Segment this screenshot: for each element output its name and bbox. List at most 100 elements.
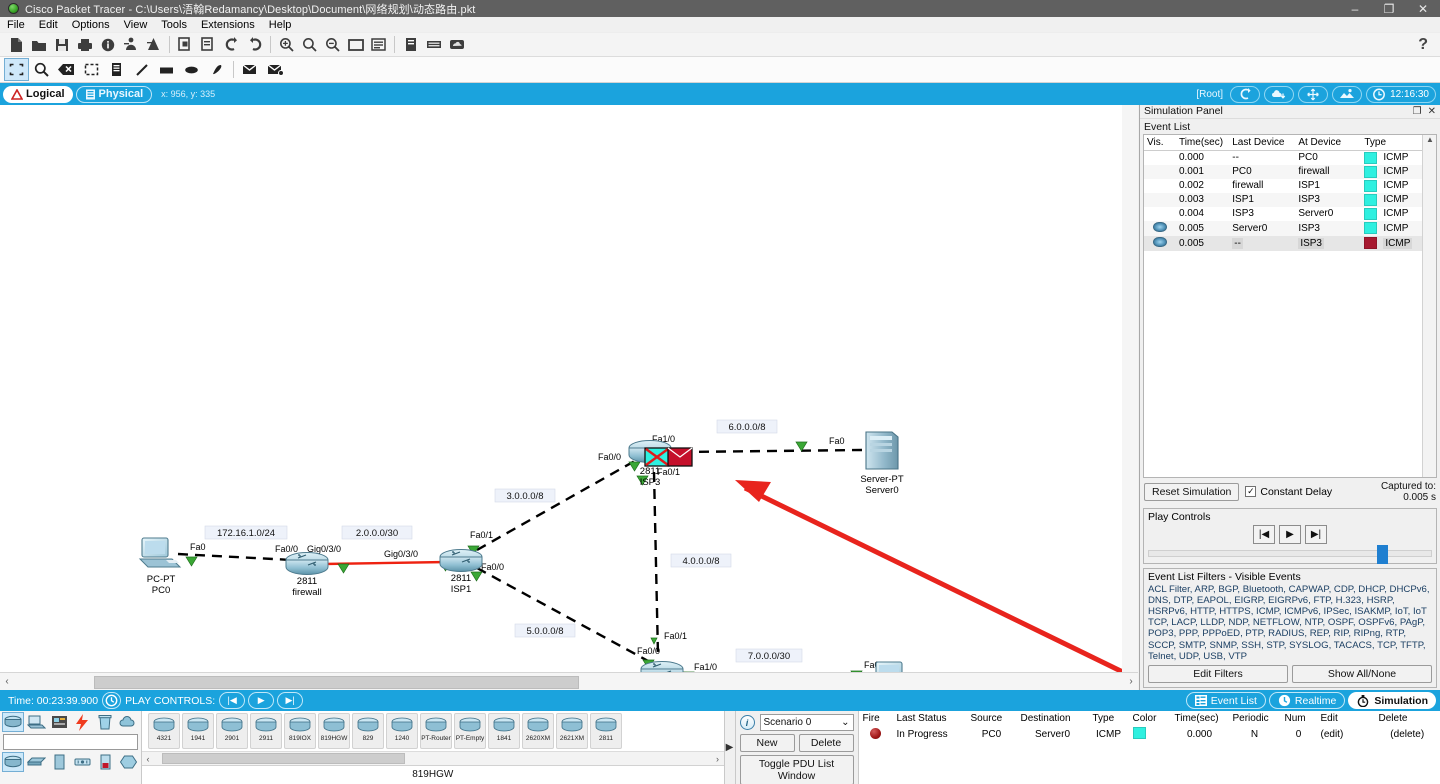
packet-envelope-active[interactable] <box>667 447 693 467</box>
event-list-row[interactable]: 0.001 PC0 firewall ICMP <box>1144 164 1436 179</box>
simulation-clock[interactable]: 12:16:30 <box>1366 85 1436 103</box>
link-isp1-isp2[interactable] <box>476 566 651 664</box>
device-list-scrollbar[interactable]: ‹ › <box>142 751 724 765</box>
event-list-vertical-scrollbar[interactable]: ▲ <box>1422 134 1436 477</box>
menu-extensions[interactable]: Extensions <box>194 18 262 32</box>
wan-emulation-icon[interactable] <box>117 752 139 772</box>
pdu-col-delete[interactable]: Delete <box>1375 711 1440 726</box>
device-firewall[interactable]: 2811 firewall <box>285 552 329 599</box>
toggle-pdu-list-window-button[interactable]: Toggle PDU List Window <box>739 755 854 784</box>
link-isp1-isp3[interactable] <box>476 456 641 552</box>
reset-simulation-button[interactable]: Reset Simulation <box>1144 482 1240 501</box>
menu-edit[interactable]: Edit <box>32 18 65 32</box>
pdu-col-time[interactable]: Time(sec) <box>1171 711 1229 726</box>
pdu-col-fire[interactable]: Fire <box>859 711 893 726</box>
device-scroll-right-icon[interactable]: › <box>712 754 724 764</box>
tab-realtime[interactable]: Realtime <box>1268 692 1346 709</box>
close-button[interactable]: ✕ <box>1406 0 1440 17</box>
open-file-icon[interactable] <box>27 34 50 56</box>
menu-view[interactable]: View <box>117 18 155 32</box>
device-scroll-thumb[interactable] <box>162 753 405 764</box>
fire-button-icon[interactable] <box>870 727 881 739</box>
event-list-toggle-button[interactable]: Event List <box>1185 692 1266 709</box>
device-palette-item[interactable]: 4321 <box>148 713 180 749</box>
delete-scenario-button[interactable]: Delete <box>798 734 854 752</box>
back-navigation-icon[interactable] <box>1230 85 1261 103</box>
edit-filters-button[interactable]: Edit Filters <box>1148 665 1288 683</box>
constant-delay-checkbox[interactable]: ✓ <box>1245 486 1257 498</box>
pdu-col-periodic[interactable]: Periodic <box>1229 711 1281 726</box>
packet-envelope-dropped[interactable] <box>644 447 670 467</box>
resize-shape-icon[interactable] <box>79 58 104 81</box>
device-palette-item[interactable]: PT-Empty <box>454 713 486 749</box>
device-palette-item[interactable]: 819IOX <box>284 713 316 749</box>
power-cycle-devices-icon[interactable] <box>102 692 122 709</box>
scroll-right-icon[interactable]: › <box>1124 676 1138 687</box>
event-visibility-cell[interactable] <box>1144 207 1176 221</box>
eye-icon[interactable] <box>1152 221 1167 232</box>
viewport-icon[interactable] <box>399 34 422 56</box>
event-visibility-cell[interactable] <box>1144 192 1176 207</box>
scenario-dropdown[interactable]: Scenario 0 ⌄ <box>759 714 854 731</box>
device-palette-item[interactable]: 1240 <box>386 713 418 749</box>
switches-icon[interactable] <box>25 752 47 772</box>
pdu-fire-cell[interactable] <box>859 726 893 743</box>
pdu-col-color[interactable]: Color <box>1129 711 1171 726</box>
col-last-device[interactable]: Last Device <box>1229 134 1296 151</box>
fast-forward-button[interactable]: ▶| <box>277 692 304 709</box>
redo-icon[interactable] <box>243 34 266 56</box>
save-icon[interactable] <box>50 34 73 56</box>
inspect-tool-icon[interactable] <box>29 58 54 81</box>
pdu-col-source[interactable]: Source <box>967 711 1017 726</box>
link-isp3-server0[interactable] <box>681 448 863 454</box>
new-file-icon[interactable] <box>4 34 27 56</box>
custom-interface-icon[interactable] <box>367 34 390 56</box>
viewport-image-icon[interactable] <box>1332 85 1363 103</box>
menu-file[interactable]: File <box>0 18 32 32</box>
event-list-row[interactable]: 0.004 ISP3 Server0 ICMP <box>1144 207 1436 221</box>
event-visibility-cell[interactable] <box>1144 235 1176 251</box>
draw-ellipse-icon[interactable] <box>179 58 204 81</box>
tab-physical[interactable]: Physical <box>75 85 153 103</box>
tab-logical[interactable]: Logical <box>3 85 73 103</box>
miscellaneous-icon[interactable] <box>94 712 116 732</box>
network-info-icon[interactable] <box>119 34 142 56</box>
pdu-col-num[interactable]: Num <box>1281 711 1317 726</box>
paste-icon[interactable] <box>197 34 220 56</box>
link-isp3-isp2[interactable] <box>652 471 660 657</box>
cloud-icon[interactable] <box>445 34 468 56</box>
connections-icon[interactable] <box>71 712 93 732</box>
pdu-col-edit[interactable]: Edit <box>1317 711 1375 726</box>
select-tool-icon[interactable] <box>4 58 29 81</box>
draw-line-icon[interactable] <box>129 58 154 81</box>
back-button[interactable]: |◀ <box>1253 524 1275 544</box>
scroll-left-icon[interactable]: ‹ <box>0 676 14 687</box>
device-palette-item[interactable]: 2620XM <box>522 713 554 749</box>
hubs-icon[interactable] <box>48 752 70 772</box>
col-at-device[interactable]: At Device <box>1295 134 1362 151</box>
zoom-reset-icon[interactable] <box>298 34 321 56</box>
device-palette-item[interactable]: 1841 <box>488 713 520 749</box>
device-search-input[interactable] <box>3 734 138 750</box>
event-list-row[interactable]: 0.003 ISP1 ISP3 ICMP <box>1144 192 1436 207</box>
device-palette-item[interactable]: 819HGW <box>318 713 350 749</box>
delete-tool-icon[interactable] <box>54 58 79 81</box>
activity-wizard-icon[interactable] <box>96 34 119 56</box>
auto-capture-play-button[interactable]: ▶ <box>1279 524 1301 544</box>
zoom-out-icon[interactable] <box>321 34 344 56</box>
multiuser-connection-icon[interactable] <box>117 712 139 732</box>
device-pc0[interactable]: PC-PT PC0 <box>138 537 182 596</box>
components-icon[interactable] <box>48 712 70 732</box>
wireless-devices-icon[interactable] <box>71 752 93 772</box>
add-complex-pdu-icon[interactable] <box>263 58 288 81</box>
capture-forward-button[interactable]: ▶| <box>1305 524 1327 544</box>
device-pc1[interactable]: PC-PT PC1 <box>874 661 914 672</box>
close-icon[interactable]: ✕ <box>1428 106 1436 117</box>
device-palette-item[interactable]: 2911 <box>250 713 282 749</box>
event-list-row[interactable]: 0.005 Server0 ISP3 ICMP <box>1144 220 1436 236</box>
custom-devices-icon[interactable] <box>142 34 165 56</box>
event-visibility-cell[interactable] <box>1144 150 1176 165</box>
network-devices-icon[interactable] <box>2 712 24 732</box>
event-visibility-cell[interactable] <box>1144 220 1176 236</box>
rewind-button[interactable]: |◀ <box>219 692 246 709</box>
